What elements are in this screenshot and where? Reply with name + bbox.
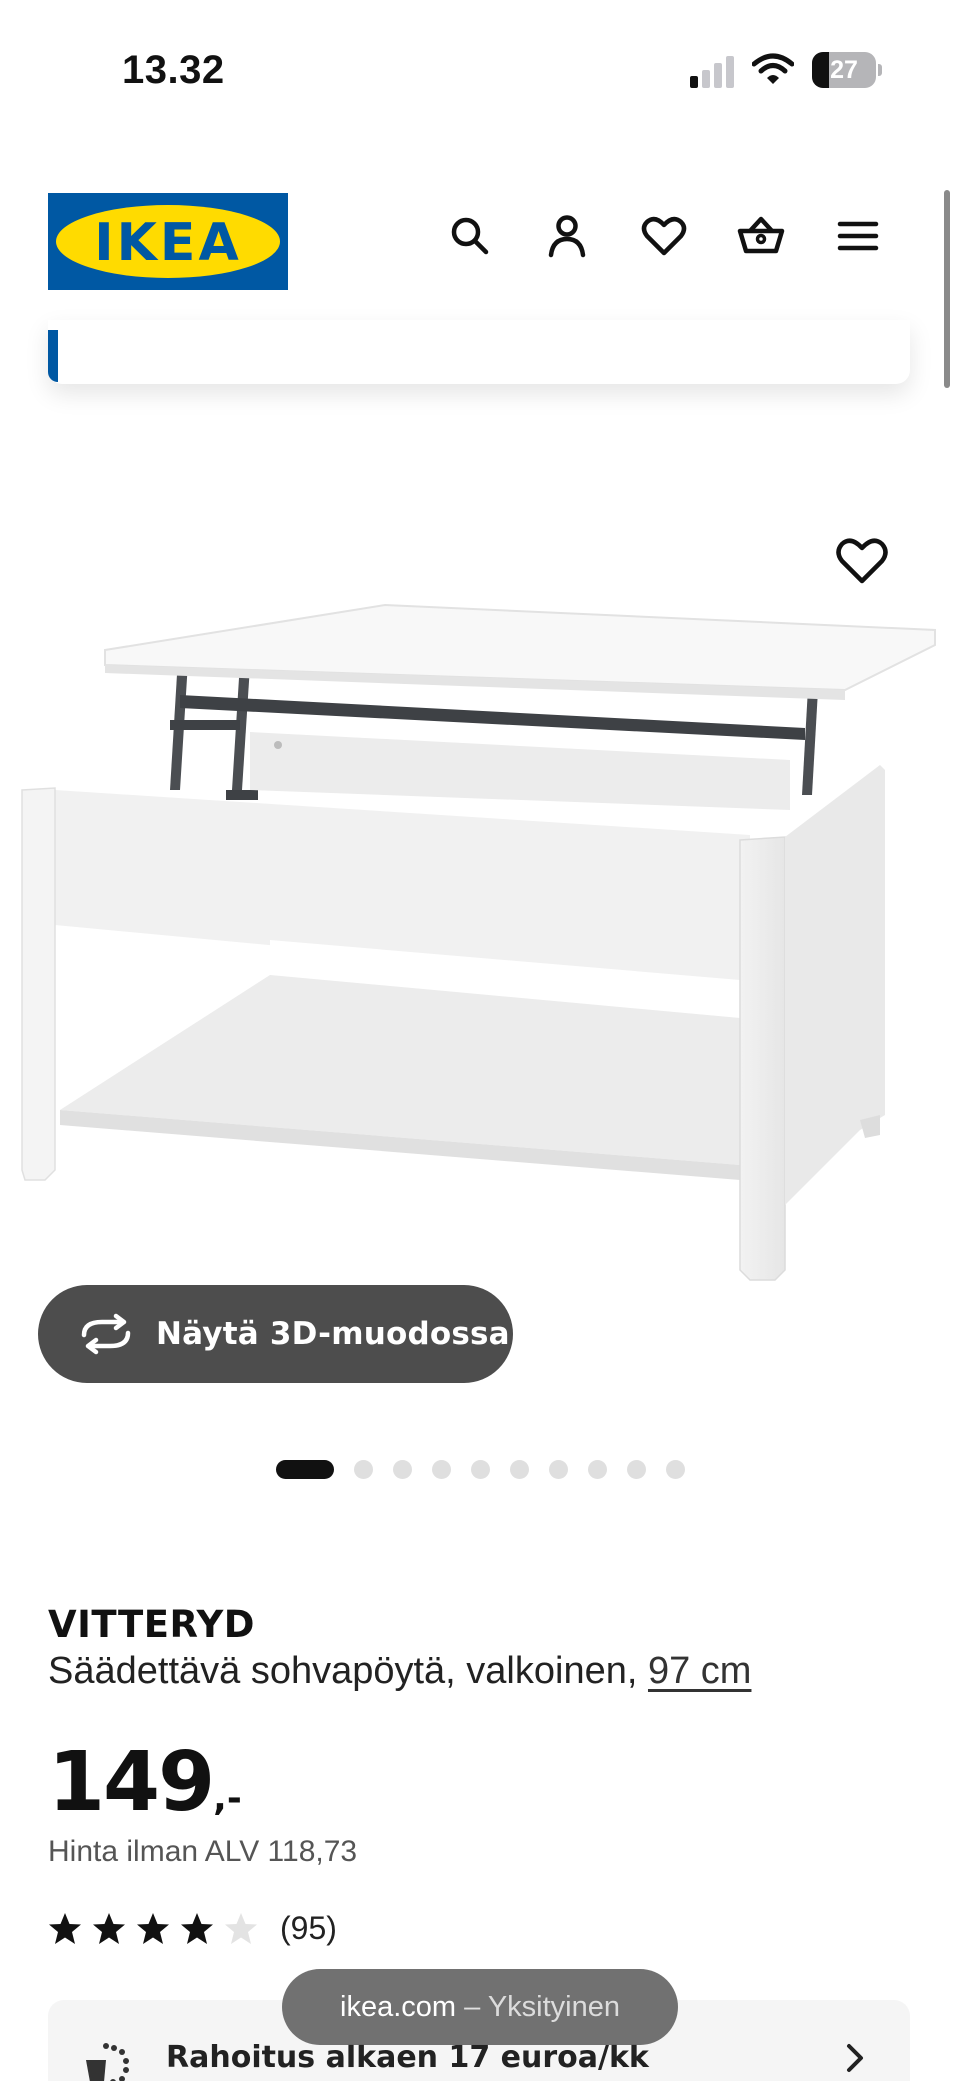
wifi-icon — [751, 52, 795, 86]
browser-address-pill[interactable]: ikea.com – Yksityinen — [282, 1969, 678, 2045]
carousel-dot[interactable] — [549, 1460, 568, 1479]
carousel-dot[interactable] — [588, 1460, 607, 1479]
status-time: 13.32 — [122, 48, 225, 92]
product-image[interactable] — [0, 470, 960, 1320]
star-filled-icon — [181, 1913, 213, 1944]
menu-icon[interactable] — [833, 211, 883, 261]
view-in-3d-button[interactable]: Näytä 3D-muodossa — [38, 1285, 513, 1383]
status-bar: 13.32 27 — [0, 0, 960, 140]
product-size-link[interactable]: 97 cm — [648, 1650, 751, 1692]
product-name: VITTERYD — [48, 1603, 255, 1646]
account-icon[interactable] — [542, 211, 592, 261]
financing-label: Rahoitus alkaen 17 euroa/kk — [166, 2040, 649, 2075]
product-price: 149,- — [48, 1735, 242, 1830]
view-in-3d-label: Näytä 3D-muodossa — [156, 1316, 510, 1352]
battery-percentage: 27 — [830, 56, 858, 84]
price-integer: 149 — [48, 1735, 215, 1830]
chevron-right-icon — [847, 2044, 863, 2072]
price-without-vat: Hinta ilman ALV 118,73 — [48, 1835, 358, 1868]
rotate-3d-icon — [81, 1313, 131, 1355]
carousel-dot[interactable] — [666, 1460, 685, 1479]
battery-tip — [878, 64, 882, 76]
carousel-dot[interactable] — [471, 1460, 490, 1479]
star-filled-icon — [49, 1913, 81, 1944]
notice-accent — [48, 330, 58, 382]
favorites-icon[interactable] — [639, 211, 689, 261]
carousel-dot-active[interactable] — [276, 1460, 334, 1479]
browser-separator: – — [464, 1991, 481, 2023]
carousel-dot[interactable] — [354, 1460, 373, 1479]
star-filled-icon — [93, 1913, 125, 1944]
battery-icon: 27 — [812, 52, 876, 88]
carousel-dot[interactable] — [432, 1460, 451, 1479]
product-description: Säädettävä sohvapöytä, valkoinen, 97 cm — [48, 1650, 751, 1693]
ikea-logo[interactable]: IKEA — [48, 193, 288, 290]
star-filled-icon — [137, 1913, 169, 1944]
browser-domain: ikea.com — [340, 1991, 457, 2023]
product-description-text: Säädettävä sohvapöytä, valkoinen, — [48, 1650, 638, 1692]
cellular-signal-icon — [690, 54, 736, 88]
page-scrollbar[interactable] — [944, 190, 950, 388]
star-empty-icon — [225, 1913, 257, 1944]
site-header: IKEA — [0, 180, 960, 300]
browser-mode: Yksityinen — [487, 1991, 620, 2023]
review-count[interactable]: (95) — [280, 1910, 337, 1947]
search-icon[interactable] — [445, 211, 495, 261]
notice-card — [48, 320, 910, 384]
price-decimal: ,- — [213, 1778, 242, 1819]
cart-icon[interactable] — [736, 211, 786, 261]
logo-text: IKEA — [94, 213, 242, 273]
carousel-dot[interactable] — [393, 1460, 412, 1479]
carousel-dot[interactable] — [627, 1460, 646, 1479]
carousel-dot[interactable] — [510, 1460, 529, 1479]
add-to-favorites-icon[interactable] — [832, 530, 892, 590]
financing-icon — [86, 2043, 129, 2081]
